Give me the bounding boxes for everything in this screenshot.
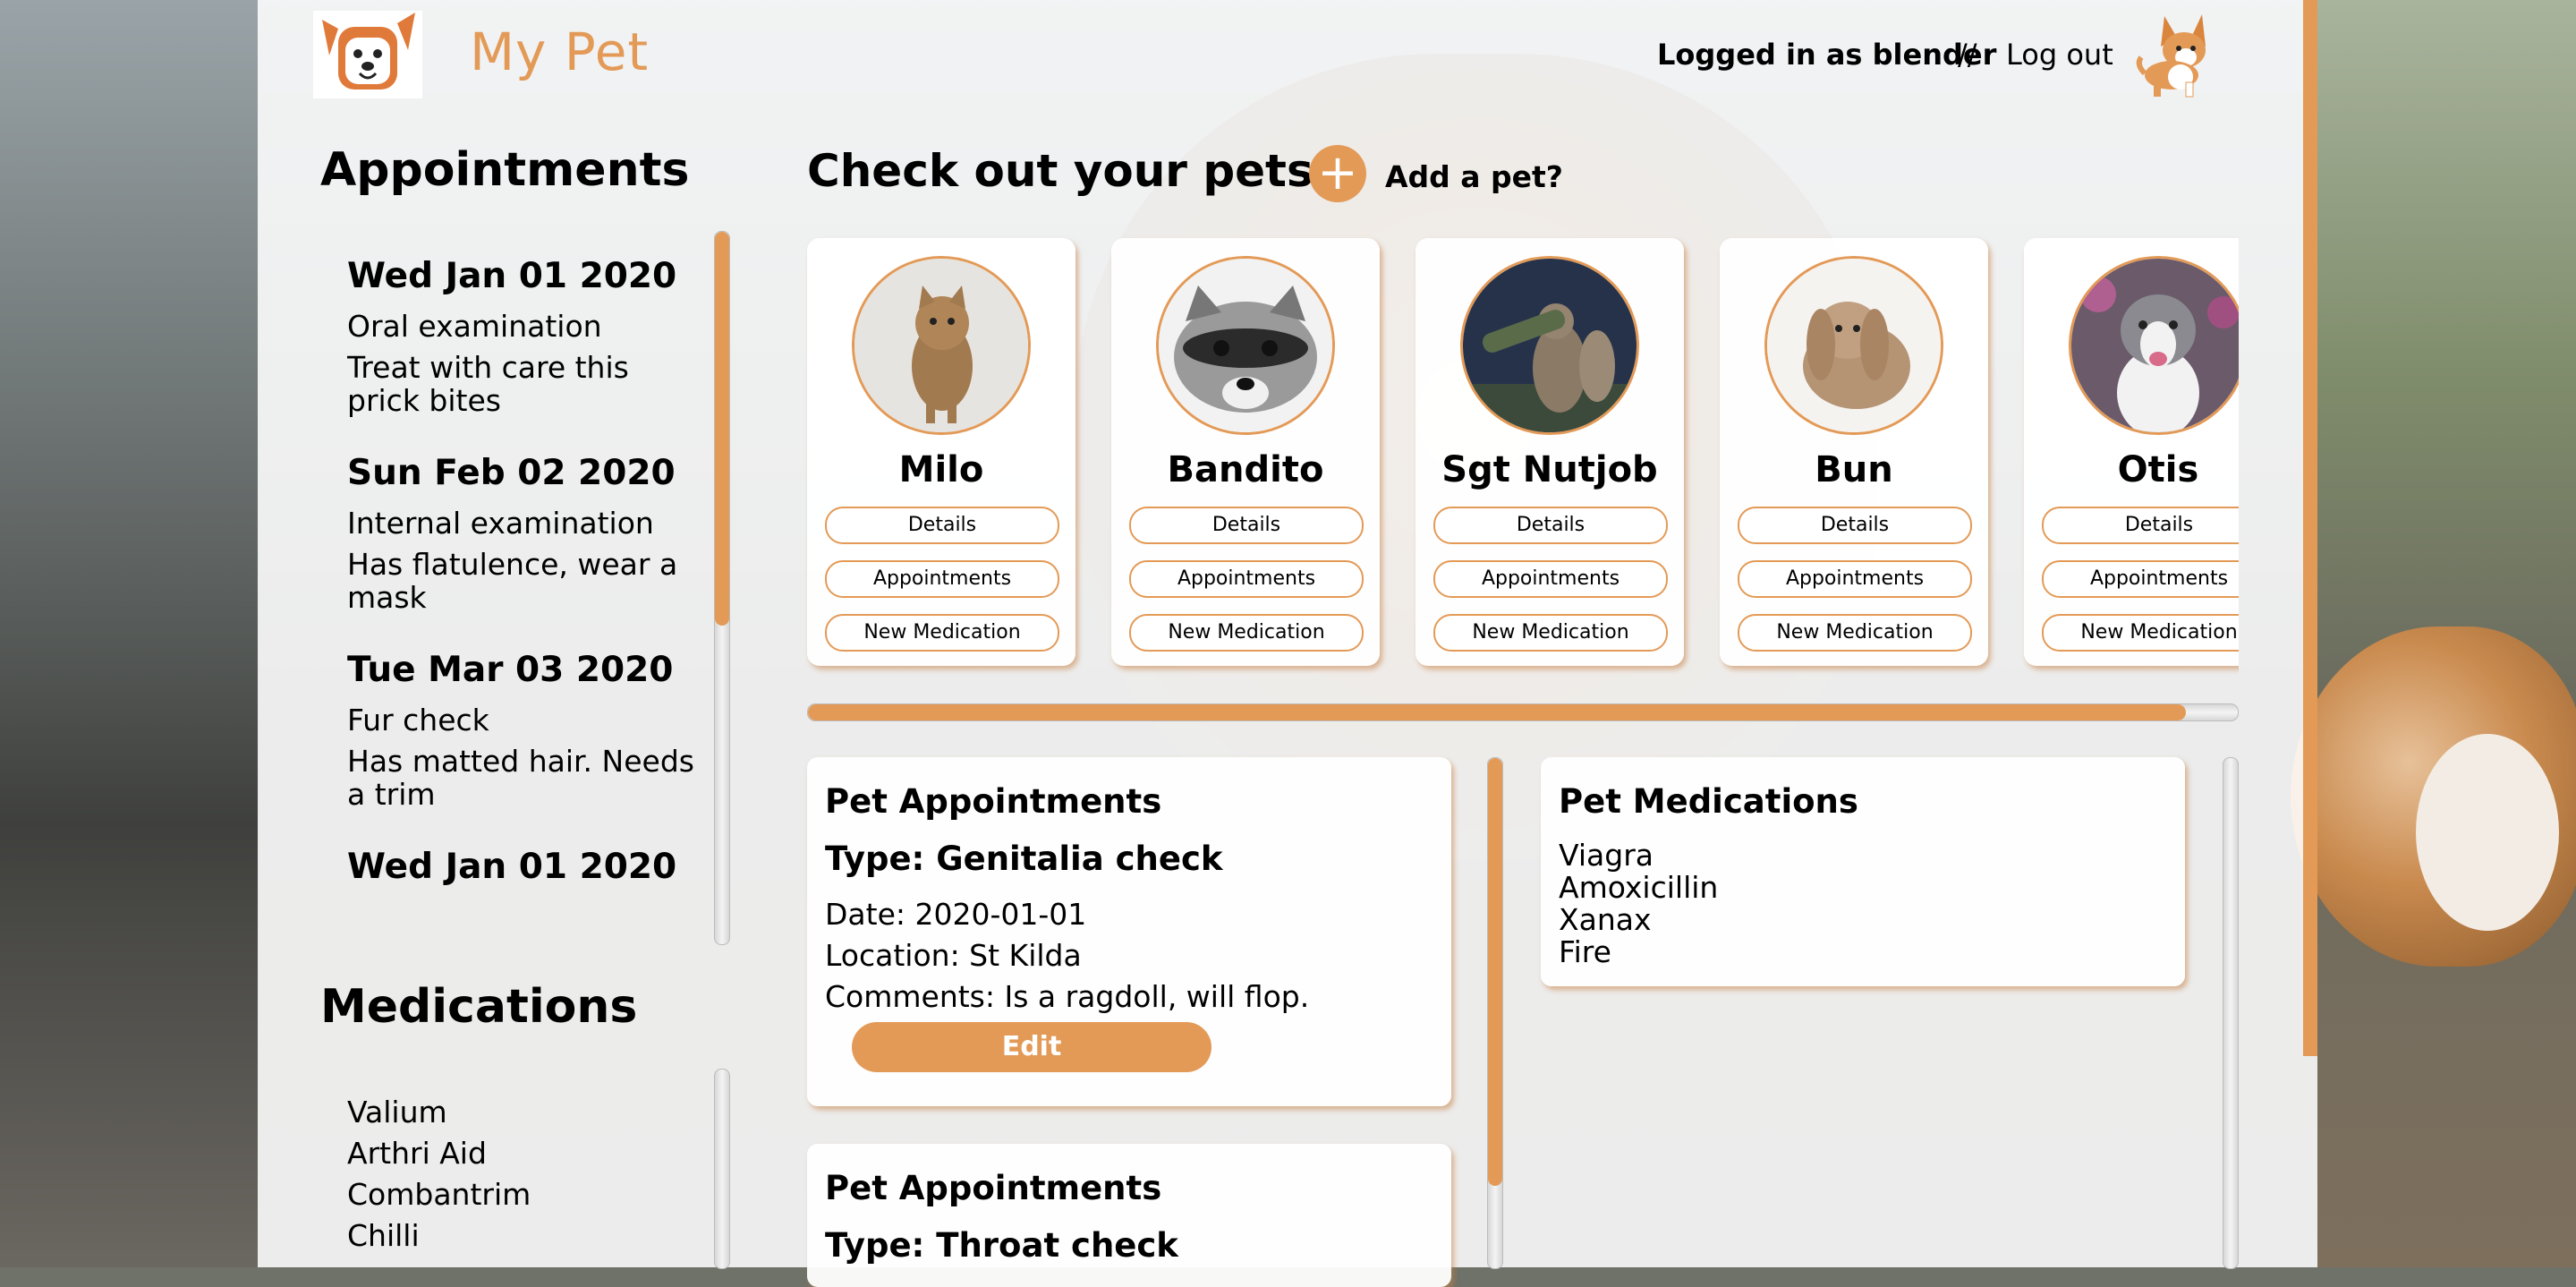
app-title: My Pet	[470, 21, 650, 82]
pet-name: Otis	[2117, 449, 2199, 490]
pet-medications-card: Pet Medications Viagra Amoxicillin Xanax…	[1541, 757, 2185, 986]
pet-name: Sgt Nutjob	[1441, 449, 1658, 490]
pet-medication-item: Amoxicillin	[1559, 870, 1719, 905]
pet-appointment-location: Location: St Kilda	[825, 938, 1082, 973]
pet-card: Otis Details Appointments New Medication	[2024, 238, 2239, 666]
appointment-comment: Treat with care this prick bites	[347, 350, 629, 418]
medication-item: Valium	[347, 1095, 447, 1129]
appointment-item[interactable]: Sun Feb 02 2020 Internal examination Has…	[347, 453, 705, 614]
medications-scrollbar[interactable]	[714, 1069, 730, 1269]
appointments-button[interactable]: Appointments	[2042, 560, 2239, 598]
new-medication-button[interactable]: New Medication	[1738, 614, 1972, 652]
pet-card: Bun Details Appointments New Medication	[1720, 238, 1988, 666]
logged-in-text: Logged in as blender	[1657, 38, 1997, 72]
appointment-date: Tue Mar 03 2020	[347, 650, 674, 690]
pet-appointments-heading: Pet Appointments	[825, 1169, 1162, 1207]
appointment-item[interactable]: Tue Mar 03 2020 Fur check Has matted hai…	[347, 650, 705, 811]
appointment-type: Oral examination	[347, 309, 602, 344]
pet-appointments-scrollbar-thumb[interactable]	[1488, 758, 1502, 1186]
corgi-avatar-icon[interactable]	[2134, 11, 2223, 98]
rabbit-photo	[1764, 256, 1943, 435]
pet-medications-list: Viagra Amoxicillin Xanax Fire	[1559, 840, 1718, 968]
new-medication-button[interactable]: New Medication	[825, 614, 1059, 652]
appointments-scrollbar-thumb[interactable]	[715, 232, 729, 626]
new-medication-button[interactable]: New Medication	[2042, 614, 2239, 652]
appointment-date: Sun Feb 02 2020	[347, 453, 676, 493]
appointments-list[interactable]: Wed Jan 01 2020 Oral examination Treat w…	[347, 256, 705, 945]
pet-name: Bun	[1815, 449, 1893, 490]
appointments-heading: Appointments	[320, 143, 690, 197]
appointment-item[interactable]: Wed Jan 01 2020 Oral examination Treat w…	[347, 256, 705, 417]
page-scrollbar[interactable]	[2303, 0, 2317, 1056]
medication-item: Arthri Aid	[347, 1136, 487, 1171]
logout-link[interactable]: Log out	[2006, 38, 2113, 72]
pets-heading: Check out your pets	[807, 145, 1314, 197]
appointment-date: Wed Jan 01 2020	[347, 256, 677, 296]
pet-medications-scrollbar[interactable]	[2223, 757, 2239, 1269]
pet-appointment-date: Date: 2020-01-01	[825, 897, 1087, 932]
pet-appointment-card: Pet Appointments Type: Throat check	[807, 1144, 1451, 1287]
appointment-comment: Has matted hair. Needs a trim	[347, 744, 694, 812]
plus-icon[interactable]: +	[1309, 145, 1366, 202]
kitten-photo	[852, 256, 1031, 435]
new-medication-button[interactable]: New Medication	[1433, 614, 1668, 652]
medications-list: Valium Arthri Aid Combantrim Chilli	[347, 1092, 531, 1257]
dog-photo	[2069, 256, 2239, 435]
pet-appointment-type: Type: Throat check	[825, 1226, 1178, 1265]
pet-medications-heading: Pet Medications	[1559, 782, 1858, 821]
pet-cards-scrollbar-thumb[interactable]	[808, 704, 2186, 720]
appointment-date: Wed Jan 01 2020	[347, 847, 677, 887]
pet-card: Milo Details Appointments New Medication	[807, 238, 1075, 666]
pet-medication-item: Fire	[1559, 934, 1611, 969]
pet-appointments-heading: Pet Appointments	[825, 782, 1162, 821]
pet-appointments-scrollbar[interactable]	[1487, 757, 1503, 1269]
edit-appointment-button[interactable]: Edit	[852, 1022, 1211, 1072]
appointments-button[interactable]: Appointments	[1433, 560, 1668, 598]
pet-medication-item: Xanax	[1559, 902, 1652, 937]
appointment-comment: Has flatulence, wear a mask	[347, 547, 678, 615]
appointment-item[interactable]: Wed Jan 01 2020	[347, 847, 705, 887]
details-button[interactable]: Details	[1433, 507, 1668, 544]
pet-name: Milo	[898, 449, 984, 490]
logo-icon[interactable]	[313, 11, 422, 98]
pet-appointment-type: Type: Genitalia check	[825, 840, 1223, 878]
details-button[interactable]: Details	[1129, 507, 1364, 544]
header-separator: //	[1958, 38, 1977, 72]
raccoon-photo	[1156, 256, 1335, 435]
pet-cards-scrollbar[interactable]	[807, 703, 2239, 721]
medication-item: Chilli	[347, 1218, 420, 1253]
appointment-type: Internal examination	[347, 506, 654, 541]
pet-appointment-comments: Comments: Is a ragdoll, will flop.	[825, 979, 1310, 1014]
medications-heading: Medications	[320, 980, 638, 1034]
pet-cards-carousel[interactable]: Milo Details Appointments New Medication…	[805, 234, 2239, 678]
squirrel-photo	[1460, 256, 1639, 435]
details-button[interactable]: Details	[1738, 507, 1972, 544]
appointments-button[interactable]: Appointments	[1738, 560, 1972, 598]
pet-medication-item: Viagra	[1559, 838, 1654, 873]
pet-name: Bandito	[1167, 449, 1324, 490]
pet-appointment-card: Pet Appointments Type: Genitalia check D…	[807, 757, 1451, 1106]
appointments-scrollbar[interactable]	[714, 231, 730, 945]
appointment-type: Fur check	[347, 703, 489, 737]
new-medication-button[interactable]: New Medication	[1129, 614, 1364, 652]
appointments-button[interactable]: Appointments	[1129, 560, 1364, 598]
pet-card: Bandito Details Appointments New Medicat…	[1111, 238, 1380, 666]
details-button[interactable]: Details	[2042, 507, 2239, 544]
appointments-button[interactable]: Appointments	[825, 560, 1059, 598]
details-button[interactable]: Details	[825, 507, 1059, 544]
pet-card: Sgt Nutjob Details Appointments New Medi…	[1416, 238, 1684, 666]
add-pet-label[interactable]: Add a pet?	[1385, 159, 1563, 194]
medication-item: Combantrim	[347, 1177, 531, 1212]
